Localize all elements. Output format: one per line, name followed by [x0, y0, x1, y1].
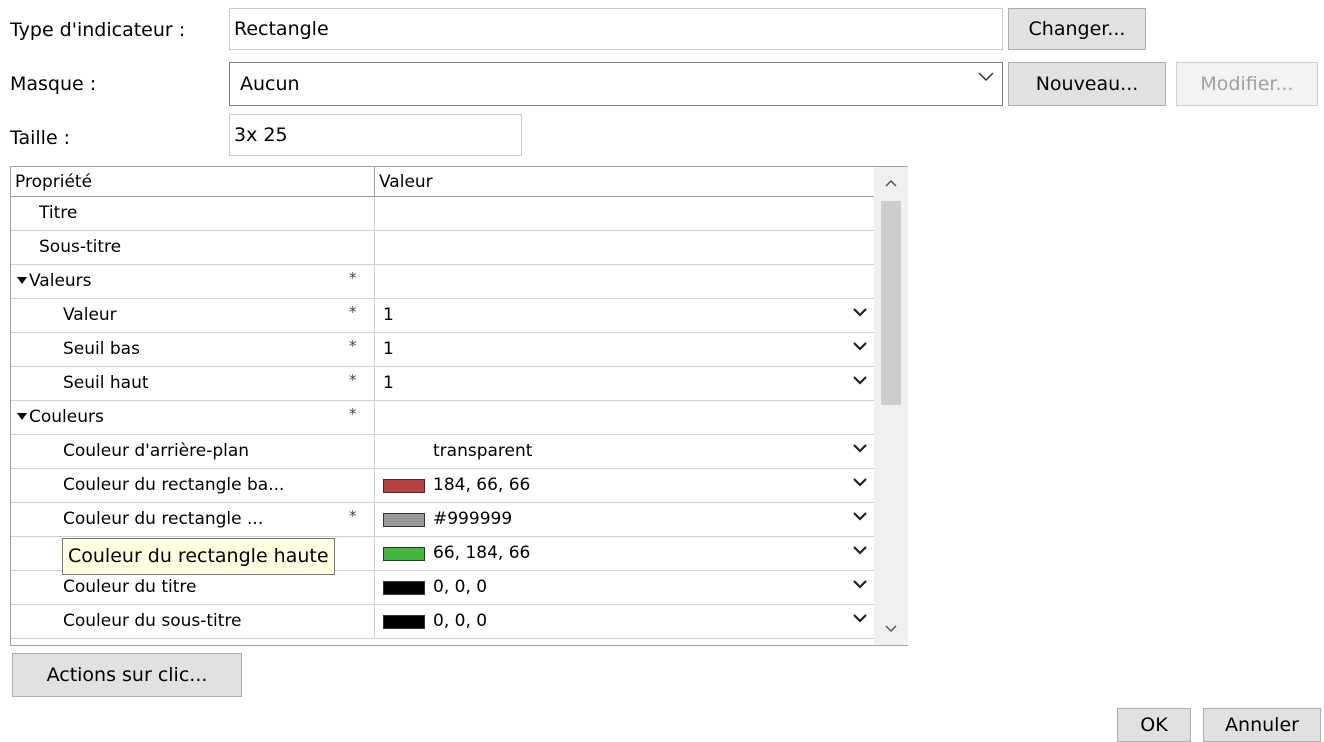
property-name-cell: Couleur du rectangle ba...: [11, 469, 375, 502]
mask-value: Aucun: [240, 73, 300, 95]
grid-row[interactable]: Titre: [11, 197, 875, 231]
property-value-cell[interactable]: [377, 197, 875, 230]
property-value-cell[interactable]: 66, 184, 66: [377, 537, 875, 570]
property-name: Valeurs: [29, 271, 92, 291]
dropdown-chevron-icon[interactable]: [853, 341, 867, 351]
property-value: 66, 184, 66: [433, 543, 531, 563]
scroll-down-icon[interactable]: [885, 625, 897, 633]
modify-button[interactable]: Modifier...: [1176, 62, 1318, 106]
modified-star: *: [349, 371, 357, 389]
property-value-cell[interactable]: 184, 66, 66: [377, 469, 875, 502]
actions-on-click-button[interactable]: Actions sur clic...: [12, 653, 242, 697]
grid-row[interactable]: Valeurs *: [11, 265, 875, 299]
color-swatch: [383, 547, 425, 561]
modified-star: *: [349, 303, 357, 321]
change-button[interactable]: Changer...: [1008, 8, 1146, 50]
property-name-cell: Couleur d'arrière-plan: [11, 435, 375, 468]
property-name: Valeur: [63, 305, 117, 325]
expand-triangle-icon[interactable]: [17, 413, 27, 420]
property-value-cell[interactable]: 1: [377, 333, 875, 366]
type-label: Type d'indicateur :: [10, 19, 186, 41]
grid-scrollbar[interactable]: [874, 167, 908, 645]
property-value: 0, 0, 0: [433, 577, 488, 597]
mask-label: Masque :: [10, 73, 97, 95]
grid-row[interactable]: Seuil haut * 1: [11, 367, 875, 401]
property-value-cell[interactable]: 1: [377, 299, 875, 332]
property-name: Titre: [39, 203, 78, 223]
color-swatch: [383, 479, 425, 493]
property-name: Seuil haut: [63, 373, 149, 393]
grid-row[interactable]: Couleur du rectangle ... * #999999: [11, 503, 875, 537]
dropdown-chevron-icon[interactable]: [853, 545, 867, 555]
scroll-up-icon[interactable]: [885, 179, 897, 187]
property-name-cell: Couleur du sous-titre: [11, 605, 375, 638]
grid-row[interactable]: Couleur du titre 0, 0, 0: [11, 571, 875, 605]
modified-star: *: [349, 405, 357, 423]
grid-row[interactable]: Sous-titre: [11, 231, 875, 265]
property-name-cell: Couleurs *: [11, 401, 375, 434]
property-value: 1: [383, 305, 394, 325]
dropdown-chevron-icon[interactable]: [853, 443, 867, 453]
new-button[interactable]: Nouveau...: [1008, 62, 1166, 106]
property-name-cell: Seuil haut *: [11, 367, 375, 400]
size-field[interactable]: 3x 25: [229, 114, 522, 156]
property-value: transparent: [433, 441, 533, 461]
dropdown-chevron-icon[interactable]: [853, 511, 867, 521]
type-field: Rectangle: [229, 8, 1003, 50]
property-column-header[interactable]: Propriété: [11, 167, 375, 197]
property-value: 1: [383, 373, 394, 393]
property-name: Couleurs: [29, 407, 104, 427]
color-swatch: [383, 615, 425, 629]
property-value: #999999: [433, 509, 513, 529]
property-name-cell: Couleur du rectangle ... *: [11, 503, 375, 536]
dropdown-chevron-icon[interactable]: [853, 307, 867, 317]
dropdown-chevron-icon[interactable]: [853, 477, 867, 487]
property-name: Couleur du rectangle ...: [63, 509, 264, 529]
mask-dropdown[interactable]: Aucun: [229, 62, 1003, 106]
property-value-cell[interactable]: transparent: [377, 435, 875, 468]
expand-triangle-icon[interactable]: [17, 277, 27, 284]
property-value-cell[interactable]: [377, 265, 875, 298]
property-value-cell[interactable]: 0, 0, 0: [377, 571, 875, 604]
grid-row[interactable]: Valeur * 1: [11, 299, 875, 333]
grid-row[interactable]: Couleurs *: [11, 401, 875, 435]
property-name: Couleur du rectangle ba...: [63, 475, 285, 495]
tooltip: Couleur du rectangle haute: [62, 538, 335, 575]
color-swatch: [383, 513, 425, 527]
property-name-cell: Couleur du titre: [11, 571, 375, 604]
property-name-cell: Titre: [11, 197, 375, 230]
property-name-cell: Seuil bas *: [11, 333, 375, 366]
property-name-cell: Sous-titre: [11, 231, 375, 264]
chevron-down-icon: [978, 72, 994, 82]
grid-row[interactable]: Couleur du sous-titre 0, 0, 0: [11, 605, 875, 639]
grid-row[interactable]: Seuil bas * 1: [11, 333, 875, 367]
scrollbar-thumb[interactable]: [881, 201, 901, 405]
property-value-cell[interactable]: #999999: [377, 503, 875, 536]
grid-row[interactable]: Couleur d'arrière-plan transparent: [11, 435, 875, 469]
color-swatch: [383, 581, 425, 595]
property-name: Seuil bas: [63, 339, 140, 359]
modified-star: *: [349, 507, 357, 525]
dropdown-chevron-icon[interactable]: [853, 579, 867, 589]
property-name: Couleur du titre: [63, 577, 197, 597]
property-name: Couleur du sous-titre: [63, 611, 242, 631]
grid-row[interactable]: Couleur du rectangle ba... 184, 66, 66: [11, 469, 875, 503]
modified-star: *: [349, 337, 357, 355]
size-label: Taille :: [10, 127, 71, 149]
property-value: 0, 0, 0: [433, 611, 488, 631]
property-name-cell: Valeur *: [11, 299, 375, 332]
property-value-cell[interactable]: 1: [377, 367, 875, 400]
property-name-cell: Valeurs *: [11, 265, 375, 298]
modified-star: *: [349, 269, 357, 287]
dropdown-chevron-icon[interactable]: [853, 375, 867, 385]
property-name: Sous-titre: [39, 237, 122, 257]
property-value-cell[interactable]: [377, 401, 875, 434]
dropdown-chevron-icon[interactable]: [853, 613, 867, 623]
value-column-header[interactable]: Valeur: [375, 167, 875, 197]
property-value-cell[interactable]: [377, 231, 875, 264]
property-value: 184, 66, 66: [433, 475, 531, 495]
property-name: Couleur d'arrière-plan: [63, 441, 250, 461]
property-value-cell[interactable]: 0, 0, 0: [377, 605, 875, 638]
property-value: 1: [383, 339, 394, 359]
